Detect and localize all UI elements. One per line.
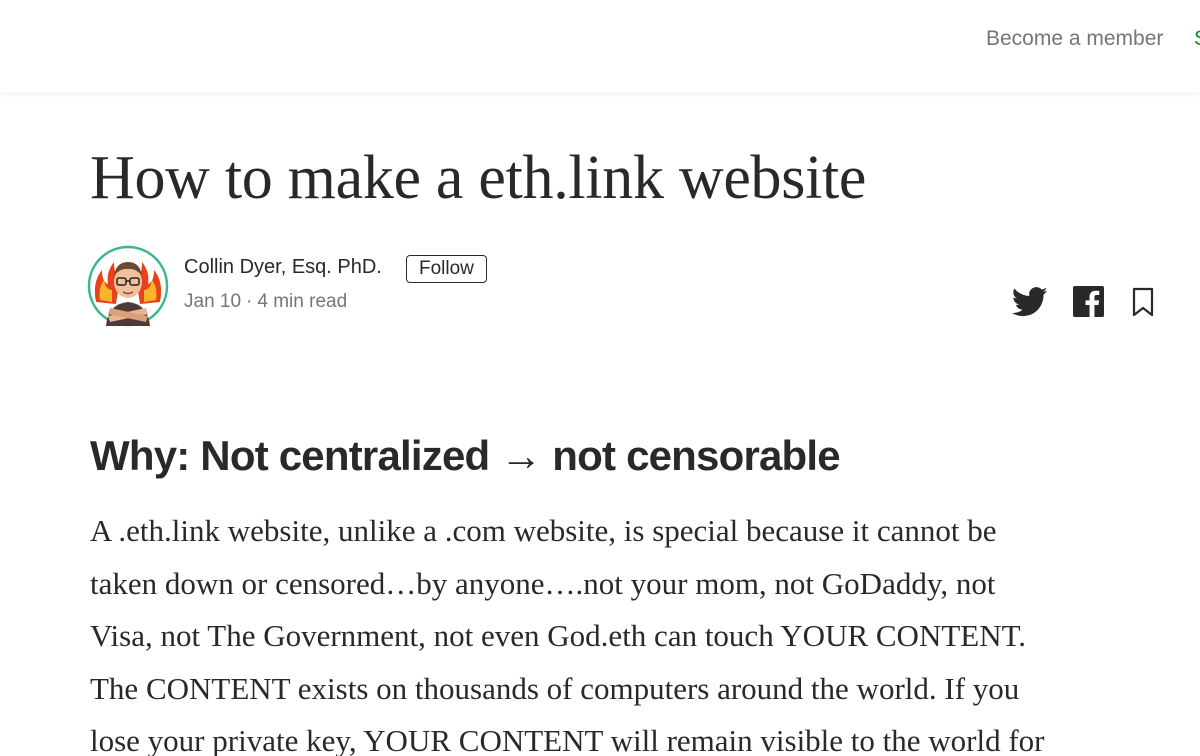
article-meta: Jan 10 · 4 min read: [184, 291, 347, 313]
paragraph-line: A .eth.link website, unlike a .com websi…: [90, 513, 997, 548]
facebook-icon[interactable]: [1073, 286, 1104, 317]
article-title: How to make a eth.link website: [90, 144, 867, 212]
sign-in-link[interactable]: S: [1194, 27, 1200, 51]
paragraph-line: The CONTENT exists on thousands of compu…: [90, 670, 1020, 706]
author-name[interactable]: Collin Dyer, Esq. PhD.: [184, 256, 382, 279]
top-navigation-bar: Become a member S: [0, 0, 1200, 92]
bookmark-icon[interactable]: [1131, 287, 1155, 317]
section-heading: Why: Not centralized → not censorable: [90, 432, 841, 479]
author-avatar[interactable]: [86, 242, 170, 330]
meta-separator: ·: [246, 291, 253, 312]
paragraph-line: Visa, not The Government, not even God.e…: [90, 618, 1026, 653]
follow-button[interactable]: Follow: [406, 255, 487, 283]
read-time: 4 min read: [257, 291, 348, 312]
paragraph-line: taken down or censored…by anyone….not yo…: [90, 565, 996, 601]
become-member-link[interactable]: Become a member: [986, 27, 1163, 51]
publish-date: Jan 10: [184, 291, 242, 312]
paragraph-line: lose your private key, YOUR CONTENT will…: [90, 723, 1045, 756]
twitter-icon[interactable]: [1012, 287, 1048, 317]
article-paragraph: A .eth.link website, unlike a .com websi…: [90, 505, 1045, 756]
